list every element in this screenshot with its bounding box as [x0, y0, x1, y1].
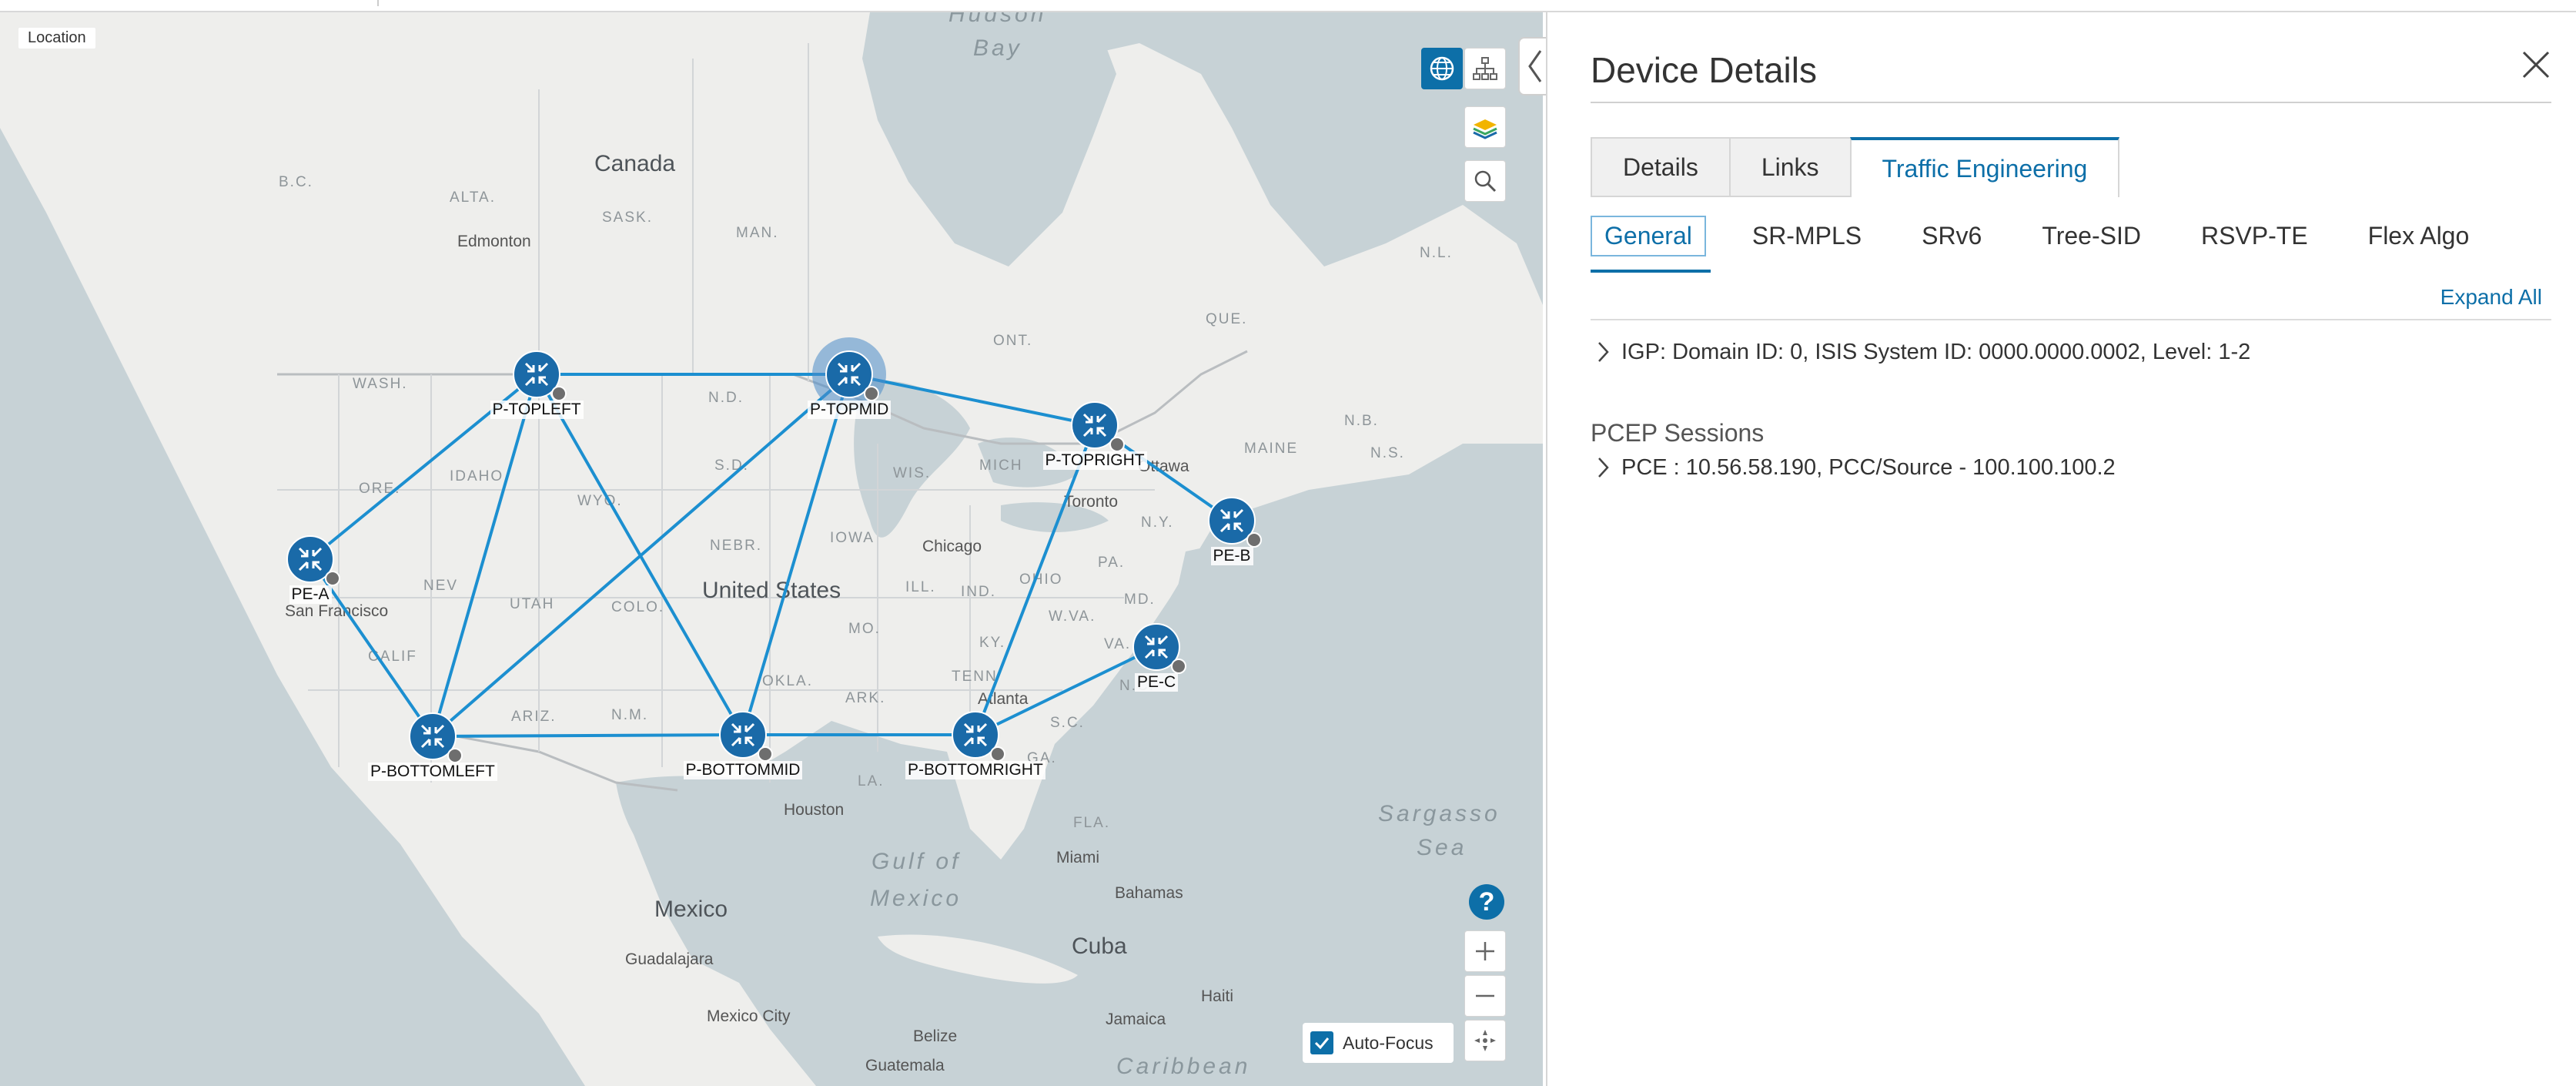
router-icon — [524, 362, 549, 387]
help-button[interactable]: ? — [1469, 884, 1504, 920]
search-icon — [1474, 170, 1497, 193]
zoom-in-button[interactable] — [1464, 930, 1506, 972]
top-bar — [0, 0, 2576, 12]
node-status-badge — [325, 571, 340, 586]
pcep-row[interactable]: PCE : 10.56.58.190, PCC/Source - 100.100… — [1591, 454, 2116, 481]
router-icon — [298, 547, 323, 571]
map-search-button[interactable] — [1464, 160, 1506, 202]
subtab-general[interactable]: General — [1591, 216, 1706, 256]
node-status-badge — [864, 386, 879, 401]
node-status-badge — [551, 386, 567, 401]
subtab-active-indicator — [1591, 270, 1711, 273]
tab-links[interactable]: Links — [1728, 137, 1850, 197]
panel-tabs: Details Links Traffic Engineering — [1591, 137, 2120, 197]
subtab-srv6[interactable]: SRv6 — [1908, 216, 1996, 256]
subtab-tree-sid[interactable]: Tree-SID — [2028, 216, 2155, 256]
topology-links — [309, 373, 1233, 738]
router-node-pe-a[interactable] — [286, 535, 340, 586]
subtab-flex-algo[interactable]: Flex Algo — [2354, 216, 2484, 256]
router-node-pe-c[interactable] — [1132, 623, 1186, 674]
node-status-badge — [990, 746, 1005, 762]
close-icon[interactable] — [2519, 48, 2553, 82]
device-details-panel: Device Details Details Links Traffic Eng… — [1546, 12, 2576, 1086]
zoom-out-button[interactable] — [1464, 975, 1506, 1017]
node-status-badge — [1109, 437, 1125, 452]
section-divider — [1591, 319, 2551, 320]
topology-map[interactable]: Hudson Bay Canada United States Mexico C… — [0, 12, 1543, 1086]
igp-row-text: IGP: Domain ID: 0, ISIS System ID: 0000.… — [1621, 339, 2251, 364]
router-node-p-bottomleft[interactable] — [409, 712, 463, 763]
link-p-topright-p-bottomright[interactable] — [974, 424, 1096, 736]
router-node-p-bottommid[interactable] — [719, 711, 773, 762]
node-label-p-bottomleft: P-BOTTOMLEFT — [368, 763, 497, 781]
router-node-p-topmid[interactable] — [825, 350, 879, 401]
auto-focus-checkbox[interactable] — [1310, 1031, 1333, 1054]
recenter-icon — [1474, 1030, 1496, 1051]
globe-icon — [1430, 56, 1454, 81]
pcep-row-text: PCE : 10.56.58.190, PCC/Source - 100.100… — [1621, 454, 2116, 480]
node-label-p-topleft: P-TOPLEFT — [490, 401, 584, 419]
layers-button[interactable] — [1464, 106, 1506, 148]
chevron-right-icon — [1598, 342, 1609, 362]
expand-all-link[interactable]: Expand All — [2441, 285, 2542, 310]
router-node-p-bottomright[interactable] — [952, 711, 1005, 762]
router-icon — [837, 362, 861, 387]
topology-view-button[interactable] — [1464, 48, 1506, 89]
tab-details[interactable]: Details — [1591, 137, 1729, 197]
router-icon — [963, 722, 988, 747]
node-label-pe-a: PE-A — [289, 585, 332, 604]
link-p-topmid-p-bottommid[interactable] — [741, 374, 851, 736]
link-p-topmid-p-bottomleft[interactable] — [431, 373, 851, 738]
node-label-p-topmid: P-TOPMID — [808, 401, 892, 419]
location-label: Location — [18, 28, 95, 49]
layers-icon — [1473, 119, 1497, 139]
node-status-badge — [1246, 532, 1262, 548]
auto-focus-toggle[interactable]: Auto-Focus — [1303, 1023, 1454, 1063]
igp-row[interactable]: IGP: Domain ID: 0, ISIS System ID: 0000.… — [1591, 339, 2250, 365]
globe-view-button[interactable] — [1421, 48, 1463, 89]
node-label-pe-b: PE-B — [1210, 547, 1253, 565]
help-icon: ? — [1478, 887, 1495, 917]
router-icon — [1219, 508, 1244, 533]
top-bar-divider — [377, 0, 379, 6]
tab-traffic-engineering[interactable]: Traffic Engineering — [1849, 137, 2120, 197]
node-label-p-topright: P-TOPRIGHT — [1042, 451, 1147, 470]
topology-icon — [1473, 57, 1497, 80]
node-label-pe-c: PE-C — [1135, 673, 1179, 692]
node-label-p-bottomright: P-BOTTOMRIGHT — [905, 761, 1045, 779]
subtab-rsvp-te[interactable]: RSVP-TE — [2187, 216, 2322, 256]
router-node-pe-b[interactable] — [1208, 497, 1262, 548]
recenter-button[interactable] — [1464, 1020, 1506, 1061]
router-node-p-topright[interactable] — [1071, 401, 1125, 452]
router-icon — [731, 722, 755, 747]
router-icon — [1082, 413, 1107, 437]
auto-focus-label: Auto-Focus — [1343, 1032, 1434, 1053]
title-divider — [1591, 102, 2551, 103]
router-icon — [420, 724, 445, 749]
link-p-bottomleft-p-bottommid[interactable] — [432, 733, 744, 738]
checkmark-icon — [1314, 1037, 1330, 1050]
pcep-sessions-heading: PCEP Sessions — [1591, 419, 1765, 447]
link-p-topleft-p-bottomleft[interactable] — [431, 374, 538, 737]
router-icon — [1144, 635, 1169, 659]
plus-icon — [1476, 942, 1494, 960]
panel-title: Device Details — [1591, 50, 1817, 90]
node-status-badge — [758, 746, 773, 762]
router-node-p-topleft[interactable] — [513, 350, 567, 401]
chevron-right-icon — [1598, 458, 1609, 478]
node-status-badge — [447, 748, 463, 763]
te-subtabs: General SR-MPLS SRv6 Tree-SID RSVP-TE Fl… — [1591, 216, 2515, 256]
subtab-sr-mpls[interactable]: SR-MPLS — [1738, 216, 1875, 256]
minus-icon — [1476, 994, 1494, 997]
node-status-badge — [1171, 659, 1186, 674]
node-label-p-bottommid: P-BOTTOMMID — [683, 761, 803, 779]
